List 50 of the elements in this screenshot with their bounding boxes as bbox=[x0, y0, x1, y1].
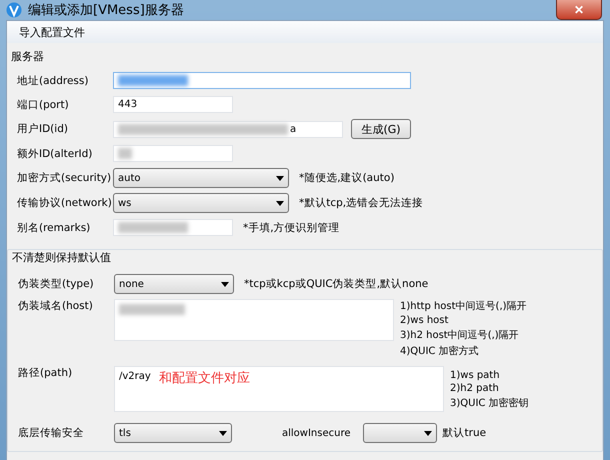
text-area[interactable]: /v2ray 和配置文件对应 bbox=[114, 366, 444, 412]
hint-text: 1)ws path bbox=[450, 370, 501, 381]
dropdown-caret-icon bbox=[276, 200, 284, 206]
dropdown[interactable]: ws bbox=[113, 193, 289, 213]
field-label: 用户ID(id) bbox=[16, 122, 69, 136]
dropdown-caret-icon bbox=[424, 430, 432, 436]
dropdown-caret-icon bbox=[219, 430, 227, 436]
field-label: 伪装类型(type) bbox=[17, 277, 95, 291]
text-area[interactable] bbox=[114, 299, 394, 341]
field-label: 传输协议(network) bbox=[16, 196, 113, 210]
dropdown-caret-icon bbox=[276, 176, 284, 180]
text-field[interactable]: 443 bbox=[113, 96, 233, 113]
hint-text: 默认true bbox=[442, 426, 486, 440]
hint-text: *随便选,建议(auto) bbox=[299, 171, 394, 185]
window-title: 编辑或添加[VMess]服务器 bbox=[28, 2, 184, 19]
field-label: 额外ID(alterId) bbox=[16, 146, 94, 160]
hint-text: *默认tcp,选错会无法连接 bbox=[299, 196, 424, 210]
field-label: 加密方式(security) bbox=[16, 171, 112, 185]
dropdown[interactable]: none bbox=[114, 274, 234, 294]
text-field[interactable] bbox=[113, 72, 411, 89]
annotation-text: 和配置文件对应 bbox=[159, 370, 250, 387]
field-label: 路径(path) bbox=[17, 366, 74, 380]
blurred-text bbox=[118, 222, 188, 233]
field-label: 别名(remarks) bbox=[16, 220, 92, 234]
hint-text: 2)h2 path bbox=[450, 383, 500, 394]
hint-text: 1)http host中间逗号(,)隔开 bbox=[400, 300, 527, 313]
field-label: 底层传输安全 bbox=[17, 426, 85, 440]
hint-text: *tcp或kcp或QUIC伪装类型,默认none bbox=[244, 277, 428, 291]
blurred-text bbox=[118, 75, 188, 86]
field-label: 地址(address) bbox=[16, 74, 90, 88]
group-title: 不清楚则保持默认值 bbox=[12, 250, 112, 265]
hint-text: 3)h2 host中间逗号(,)隔开 bbox=[400, 328, 520, 342]
hint-text: 4)QUIC 加密方式 bbox=[400, 344, 480, 358]
dropdown-caret-icon bbox=[221, 282, 229, 286]
dropdown[interactable]: tls bbox=[114, 423, 232, 443]
dropdown[interactable]: auto bbox=[113, 168, 289, 188]
field-label: allowInsecure bbox=[282, 428, 351, 438]
field-label: 端口(port) bbox=[16, 98, 70, 112]
group-title: 服务器 bbox=[11, 49, 45, 64]
blurred-text bbox=[118, 148, 132, 159]
app-icon bbox=[6, 2, 22, 18]
field-label: 伪装域名(host) bbox=[17, 299, 94, 313]
hint-text: 3)QUIC 加密密钥 bbox=[450, 396, 529, 410]
hint-text: *手填,方便识别管理 bbox=[243, 220, 340, 234]
hint-text: 2)ws host bbox=[400, 315, 450, 326]
generate-button[interactable]: 生成(G) bbox=[351, 119, 411, 139]
text-field[interactable]: a bbox=[113, 120, 343, 138]
dropdown[interactable] bbox=[362, 423, 437, 443]
blurred-text bbox=[119, 304, 185, 315]
menu-item[interactable]: 导入配置文件 bbox=[13, 22, 91, 42]
